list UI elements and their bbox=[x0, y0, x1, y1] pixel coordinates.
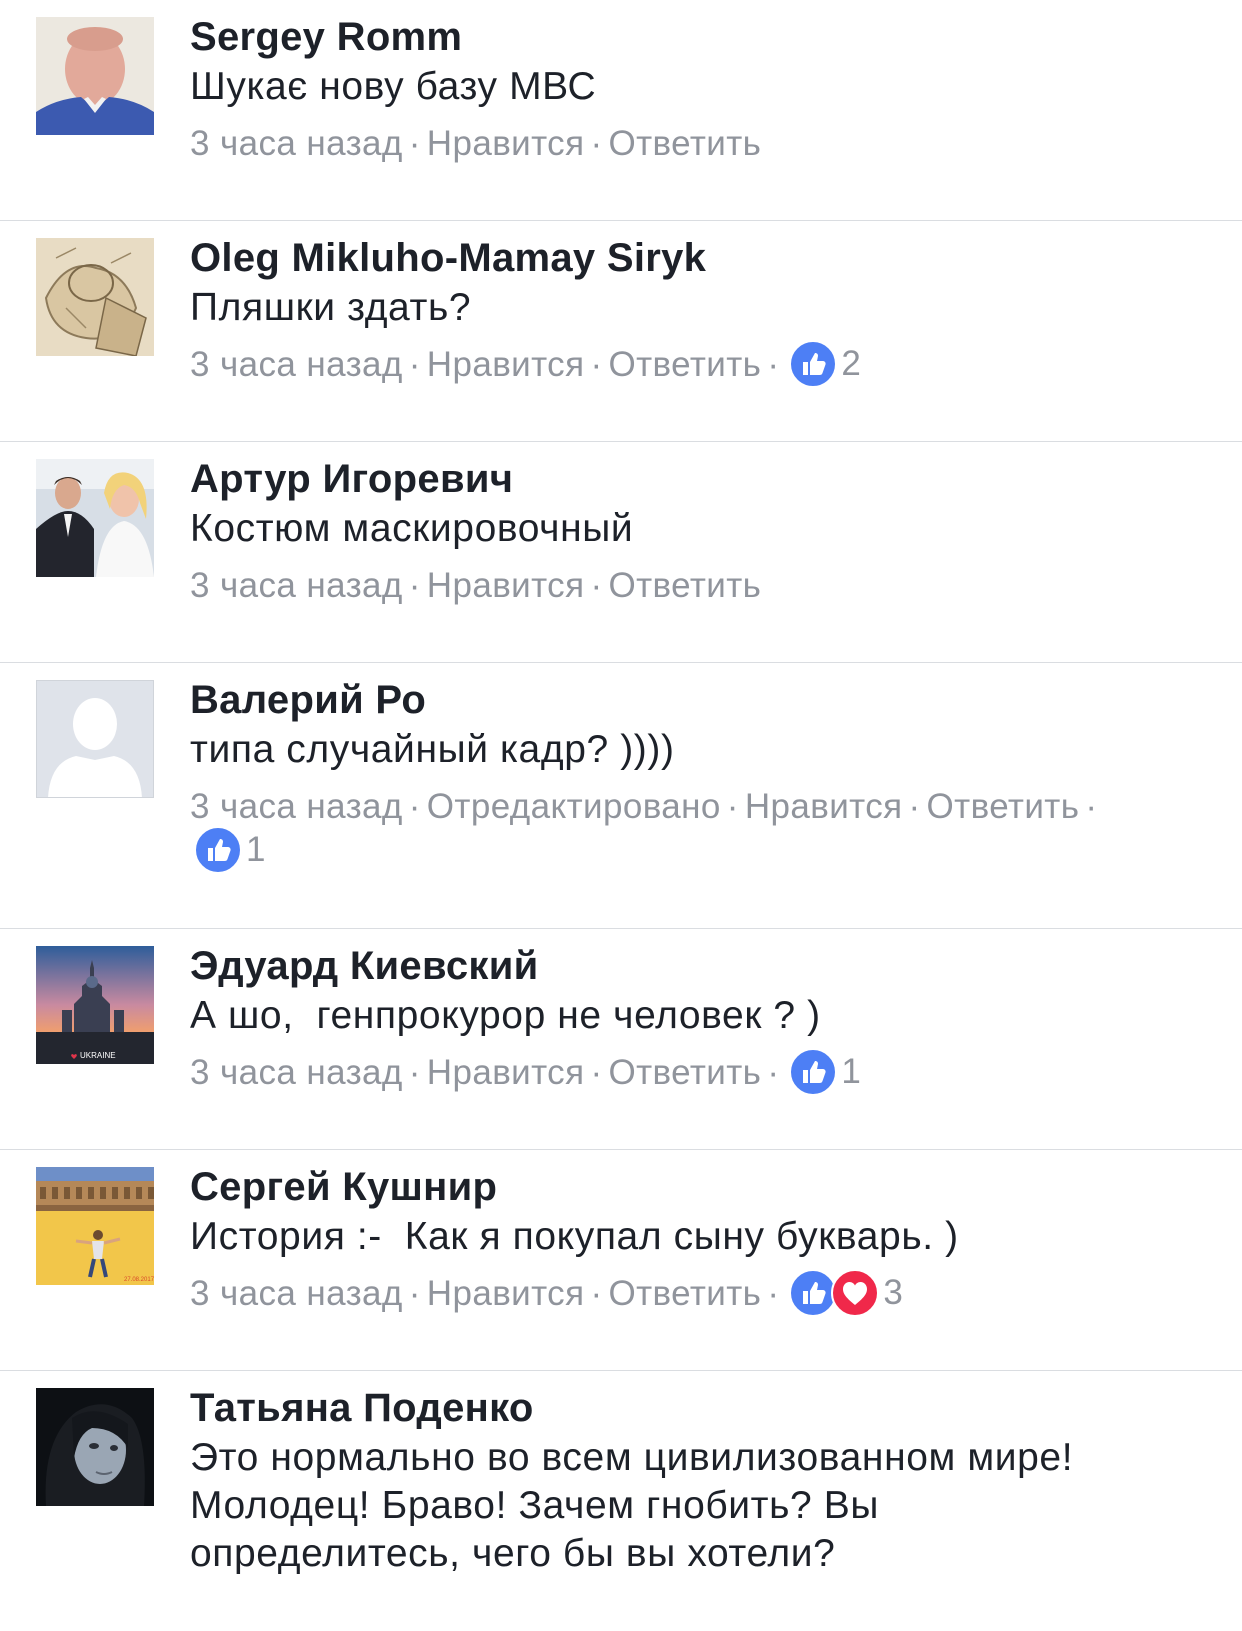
like-link[interactable]: Нравится bbox=[745, 787, 903, 826]
comment-time[interactable]: 3 часа назад bbox=[190, 1274, 403, 1313]
edited-label[interactable]: Отредактировано bbox=[427, 787, 721, 826]
comment-author[interactable]: Татьяна Поденко bbox=[190, 1383, 1202, 1433]
comment-item: Sergey Romm Шукає нову базу МВС 3 часа н… bbox=[0, 0, 1242, 221]
like-reaction-icon bbox=[789, 340, 837, 388]
like-reaction-icon bbox=[194, 826, 242, 874]
comment-text: Это нормально во всем цивилизованном мир… bbox=[190, 1436, 1074, 1575]
comment-text: Пляшки здать? bbox=[190, 286, 472, 329]
comment-meta: 3 часа назад · Нравится · Ответить bbox=[190, 563, 1202, 609]
separator: · bbox=[1085, 787, 1098, 826]
reply-link[interactable]: Ответить bbox=[609, 345, 762, 384]
comment-text: Костюм маскировочный bbox=[190, 507, 634, 550]
comment-time[interactable]: 3 часа назад bbox=[190, 566, 403, 605]
separator: · bbox=[590, 345, 603, 384]
portrait-photo-icon[interactable] bbox=[36, 1388, 154, 1506]
comment-author[interactable]: Артур Игоревич bbox=[190, 454, 1202, 504]
comment-time[interactable]: 3 часа назад bbox=[190, 1053, 403, 1092]
reactions-summary[interactable]: 1 bbox=[194, 825, 1202, 874]
comment-author[interactable]: Валерий Ро bbox=[190, 675, 1202, 725]
separator: · bbox=[590, 1274, 603, 1313]
separator: · bbox=[767, 345, 780, 384]
sketch-drawing-icon[interactable] bbox=[36, 238, 154, 356]
reply-link[interactable]: Ответить bbox=[927, 787, 1080, 826]
svg-text:27.08.2017: 27.08.2017 bbox=[124, 1277, 154, 1283]
arena-photo-icon[interactable]: 27.08.2017 bbox=[36, 1167, 154, 1285]
separator: · bbox=[590, 566, 603, 605]
separator: · bbox=[908, 787, 921, 826]
reply-link[interactable]: Ответить bbox=[609, 124, 762, 163]
comment-time[interactable]: 3 часа назад bbox=[190, 124, 403, 163]
reaction-count: 1 bbox=[841, 1052, 862, 1092]
comment-item: 27.08.2017 Сергей Кушнир История :- Как … bbox=[0, 1150, 1242, 1371]
like-reaction-icon bbox=[789, 1048, 837, 1096]
comment-meta: 3 часа назад · Отредактировано · Нравится · От… bbox=[190, 784, 1202, 877]
comment-text: А шо, генпрокурор не человек ? ) bbox=[190, 994, 821, 1037]
separator: · bbox=[408, 1053, 421, 1092]
like-link[interactable]: Нравится bbox=[427, 566, 585, 605]
separator: · bbox=[767, 1053, 780, 1092]
comment-text: История :- Как я покупал сыну букварь. ) bbox=[190, 1215, 959, 1258]
separator: · bbox=[408, 1274, 421, 1313]
like-link[interactable]: Нравится bbox=[427, 1053, 585, 1092]
reply-link[interactable]: Ответить bbox=[609, 1274, 762, 1313]
reaction-count: 1 bbox=[246, 829, 266, 869]
comment-author[interactable]: Эдуард Киевский bbox=[190, 941, 1202, 991]
comment-list: Sergey Romm Шукає нову базу МВС 3 часа н… bbox=[0, 0, 1242, 1631]
wedding-photo-icon[interactable] bbox=[36, 459, 154, 577]
like-link[interactable]: Нравится bbox=[427, 345, 585, 384]
comment-time[interactable]: 3 часа назад bbox=[190, 345, 403, 384]
separator: · bbox=[590, 1053, 603, 1092]
comment-item: Валерий Ро типа случайный кадр? )))) 3 ч… bbox=[0, 663, 1242, 929]
reaction-count: 2 bbox=[841, 344, 862, 384]
comment-item: Артур Игоревич Костюм маскировочный 3 ча… bbox=[0, 442, 1242, 663]
comment-author[interactable]: Oleg Mikluho-Mamay Siryk bbox=[190, 233, 1202, 283]
reactions-summary[interactable]: 1 bbox=[789, 1047, 861, 1096]
comment-time[interactable]: 3 часа назад bbox=[190, 787, 403, 826]
person-photo-icon[interactable] bbox=[36, 17, 154, 135]
reply-link[interactable]: Ответить bbox=[609, 1053, 762, 1092]
like-link[interactable]: Нравится bbox=[427, 1274, 585, 1313]
comment-text: типа случайный кадр? )))) bbox=[190, 728, 675, 771]
default-silhouette-icon[interactable] bbox=[36, 680, 154, 798]
reactions-summary[interactable]: 3 bbox=[789, 1268, 903, 1317]
separator: · bbox=[767, 1274, 780, 1313]
reaction-count: 3 bbox=[883, 1273, 904, 1313]
separator: · bbox=[590, 124, 603, 163]
separator: · bbox=[408, 124, 421, 163]
comment-text: Шукає нову базу МВС bbox=[190, 65, 597, 108]
comment-meta: 3 часа назад · Нравится · Ответить bbox=[190, 121, 1202, 167]
comment-meta: 3 часа назад · Нравится · Ответить · 1 bbox=[190, 1050, 1202, 1099]
like-link[interactable]: Нравится bbox=[427, 124, 585, 163]
comment-item: UKRAINE Эдуард Киевский А шо, генпрокуро… bbox=[0, 929, 1242, 1150]
like-reaction-icon bbox=[789, 1269, 837, 1317]
comment-item: Татьяна Поденко Это нормально во всем ци… bbox=[0, 1371, 1242, 1631]
reactions-summary[interactable]: 2 bbox=[789, 339, 861, 388]
separator: · bbox=[408, 787, 421, 826]
church-sunset-icon[interactable]: UKRAINE bbox=[36, 946, 154, 1064]
comment-item: Oleg Mikluho-Mamay Siryk Пляшки здать? 3… bbox=[0, 221, 1242, 442]
separator: · bbox=[408, 566, 421, 605]
reply-link[interactable]: Ответить bbox=[609, 566, 762, 605]
separator: · bbox=[726, 787, 739, 826]
comment-meta: 3 часа назад · Нравится · Ответить · 2 bbox=[190, 342, 1202, 391]
comment-author[interactable]: Сергей Кушнир bbox=[190, 1162, 1202, 1212]
avatar-caption: UKRAINE bbox=[80, 1051, 116, 1060]
comment-meta: 3 часа назад · Нравится · Ответить · 3 bbox=[190, 1271, 1202, 1320]
comment-author[interactable]: Sergey Romm bbox=[190, 12, 1202, 62]
love-reaction-icon bbox=[831, 1269, 879, 1317]
separator: · bbox=[408, 345, 421, 384]
